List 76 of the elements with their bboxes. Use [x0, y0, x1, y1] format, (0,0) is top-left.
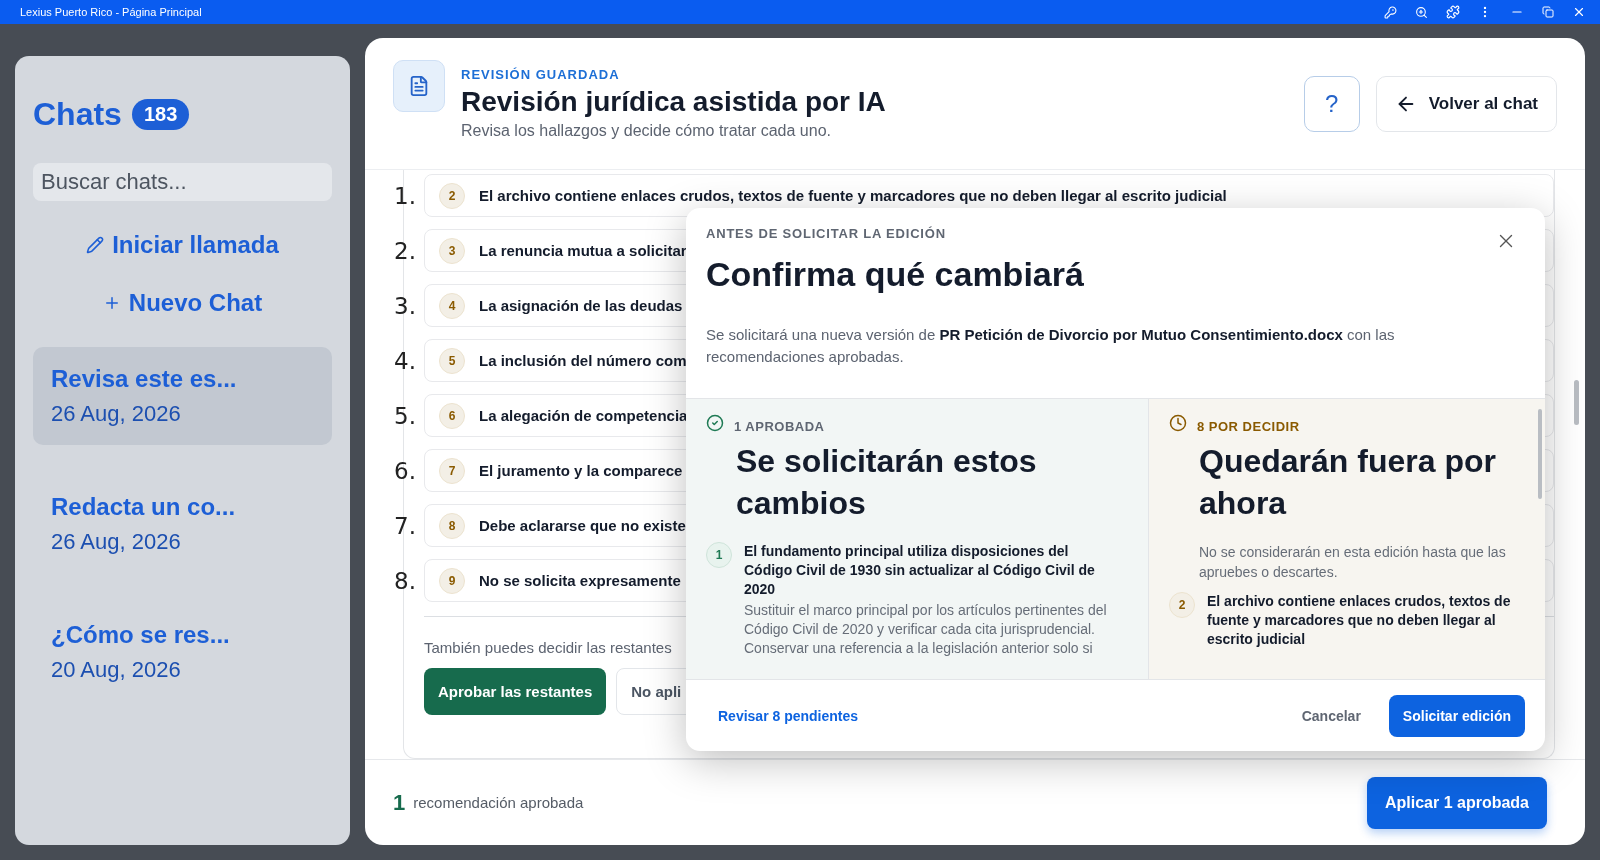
scrollbar[interactable] — [1574, 380, 1579, 425]
item-number: 2 — [1169, 592, 1195, 618]
approved-count: 1 — [393, 789, 406, 816]
list-marker: 4. — [393, 347, 416, 374]
puzzle-icon[interactable] — [1446, 5, 1460, 19]
finding-text: La inclusión del número com — [479, 352, 687, 369]
list-marker: 6. — [393, 457, 416, 484]
finding-text: No se solicita expresamente — [479, 572, 681, 589]
document-icon — [393, 60, 445, 112]
chat-date: 26 Aug, 2026 — [51, 401, 181, 427]
zoom-icon[interactable] — [1415, 5, 1428, 19]
sidebar-title: Chats — [33, 96, 122, 133]
sidebar-action[interactable]: Iniciar llamada — [33, 231, 332, 259]
item-detail: Sustituir el marco principal por los artículos pertinentes del Código Civil de 2020 y verificar cada cita jurisprudencial. Conservar una referencia a la legislación anterior solo si — [744, 601, 1108, 658]
chat-title: Redacta un co... — [51, 493, 236, 521]
approve-button[interactable]: Aprobar las restantes — [424, 668, 607, 715]
eyebrow-label: REVISIÓN GUARDADA — [461, 67, 621, 82]
column-note: No se considerarán en esta edición hasta que las apruebes o descartes. — [1199, 543, 1507, 582]
finding-text: La alegación de competencia — [479, 407, 688, 424]
page-subtitle: Revisa los hallazgos y decide cómo tratar cada uno. — [461, 122, 832, 140]
column-title: Se solicitarán estos cambios — [736, 442, 1038, 523]
page-title: Revisión jurídica asistida por IA — [461, 86, 887, 118]
finding-number: 2 — [439, 182, 465, 209]
finding-text: La renuncia mutua a solicitar — [479, 242, 687, 259]
finding-number: 5 — [439, 347, 465, 374]
chat-item[interactable]: Revisa este es... 26 Aug, 2026 — [33, 347, 332, 445]
chat-count: 183 — [131, 99, 190, 130]
item-number: 1 — [706, 542, 732, 568]
back-button[interactable]: Volver al chat — [1375, 75, 1557, 132]
pencil-icon — [86, 236, 105, 254]
approved-label: recomendación aprobada — [413, 794, 585, 811]
finding-number: 4 — [439, 292, 465, 319]
submit-button[interactable]: Solicitar edición — [1388, 694, 1525, 737]
cancel-button[interactable]: Cancelar — [1295, 706, 1367, 725]
chat-item[interactable]: Redacta un co... 26 Aug, 2026 — [33, 475, 332, 573]
close-icon[interactable] — [1572, 5, 1586, 19]
finding-text: El juramento y la comparece — [479, 462, 683, 479]
list-marker: 5. — [393, 402, 416, 429]
chat-date: 26 Aug, 2026 — [51, 529, 181, 555]
search-field[interactable]: Buscar chats... — [33, 163, 332, 201]
check-circle-icon — [706, 413, 724, 432]
item-title: El archivo contiene enlaces crudos, textos de fuente y marcadores que no deben llegar al escrito judicial — [1207, 592, 1512, 649]
chat-item[interactable]: ¿Cómo se res... 20 Aug, 2026 — [33, 603, 332, 701]
chat-title: Revisa este es... — [51, 365, 237, 393]
list-marker: 3. — [393, 292, 416, 319]
finding-number: 6 — [439, 402, 465, 429]
list-marker: 8. — [393, 567, 416, 594]
finding-text: Debe aclararse que no existe — [479, 517, 686, 534]
list-marker: 2. — [393, 237, 416, 264]
clock-icon — [1169, 413, 1187, 432]
list-marker: 7. — [393, 512, 416, 539]
hint-text: También puedes decidir las restantes — [424, 639, 672, 656]
restore-icon[interactable] — [1542, 6, 1554, 18]
finding-number: 7 — [439, 457, 465, 484]
finding-text: La asignación de las deudas — [479, 297, 683, 314]
dialog-description: Se solicitará una nueva versión de PR Petición de Divorcio por Mutuo Consentimiento.docx con las recomendaciones aprobadas. — [706, 325, 1396, 367]
finding-text: El archivo contiene enlaces crudos, textos de fuente y marcadores que no deben llegar al escrito judicial — [479, 187, 1227, 204]
column-label: 1 APROBADA — [734, 419, 825, 434]
key-icon[interactable] — [1384, 5, 1397, 19]
list-marker: 1. — [393, 182, 416, 209]
help-button[interactable]: ? — [1303, 75, 1360, 132]
chat-title: ¿Cómo se res... — [51, 621, 230, 649]
window-title: Lexius Puerto Rico - Página Principal — [20, 6, 203, 18]
finding-number: 9 — [439, 567, 465, 594]
column-label: 8 POR DECIDIR — [1197, 419, 1300, 434]
chat-date: 20 Aug, 2026 — [51, 657, 181, 683]
finding-number: 8 — [439, 512, 465, 539]
dialog-title: Confirma qué cambiará — [706, 255, 1084, 294]
column-title: Quedarán fuera por ahora — [1199, 442, 1497, 523]
dialog-eyebrow: ANTES DE SOLICITAR LA EDICIÓN — [706, 226, 946, 241]
finding-number: 3 — [439, 237, 465, 264]
sidebar-action[interactable]: Nuevo Chat — [33, 289, 332, 317]
apply-button[interactable]: Aplicar 1 aprobada — [1366, 776, 1547, 829]
review-pending-link[interactable]: Revisar 8 pendientes — [718, 707, 1274, 724]
item-title: El fundamento principal utiliza disposiciones del Código Civil de 1930 sin actualizar al Código Civil de 2020 — [744, 542, 1096, 599]
scrollbar[interactable] — [1538, 409, 1542, 499]
